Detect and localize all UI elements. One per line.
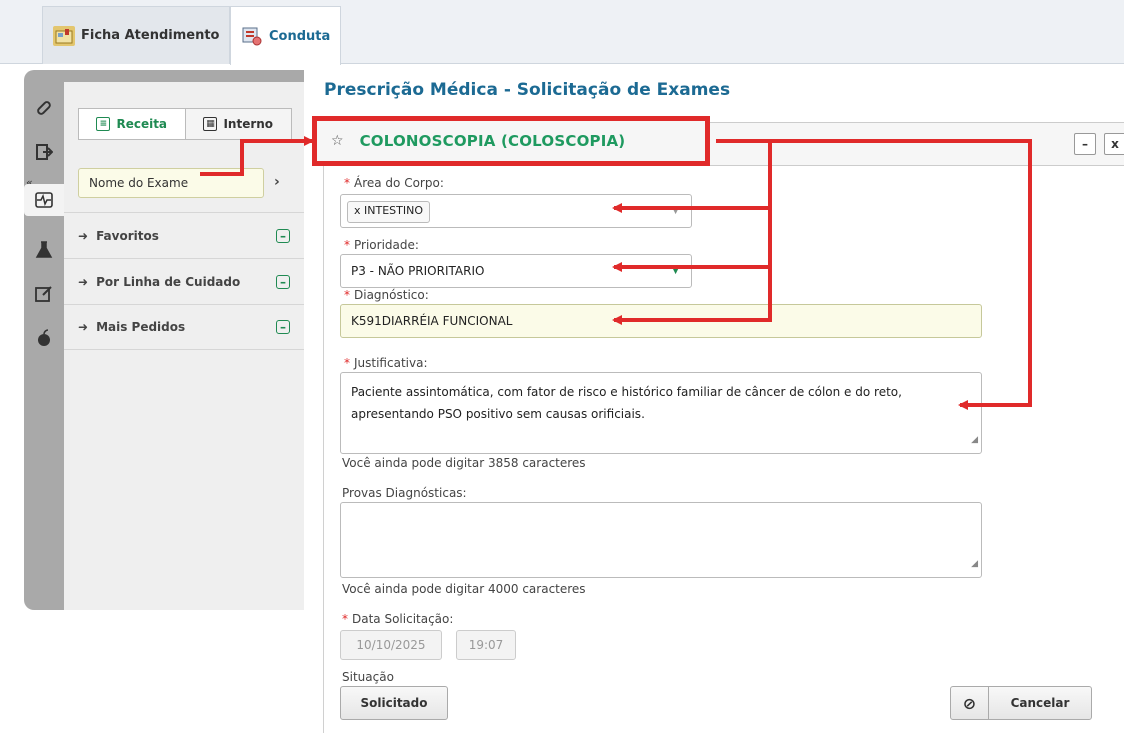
resize-handle-icon[interactable]: ◢ — [971, 553, 978, 575]
arrow-right-icon: ➜ — [78, 228, 89, 243]
exam-name: COLONOSCOPIA (COLOSCOPIA) — [359, 132, 626, 150]
data-label: * Data Solicitação: — [342, 612, 454, 626]
tool-rail: « — [24, 70, 64, 610]
justificativa-text: Paciente assintomática, com fator de ris… — [351, 385, 902, 421]
prioridade-value: P3 - NÃO PRIORITARIO — [351, 264, 485, 278]
provas-counter: Você ainda pode digitar 4000 caracteres — [342, 582, 586, 596]
arrow-to-justificativa — [770, 139, 1032, 410]
prioridade-label: * Prioridade: — [344, 238, 419, 252]
area-label: * Área do Corpo: — [344, 176, 444, 190]
chevron-down-icon: ▼ — [672, 266, 679, 276]
page-title: Prescrição Médica - Solicitação de Exame… — [324, 80, 731, 100]
chevron-right-icon[interactable]: › — [274, 174, 280, 190]
ficha-icon — [53, 25, 75, 46]
justificativa-label: * Justificativa: — [344, 356, 428, 370]
prescription-type-toggle: ≡ Receita ▦ Interno — [78, 108, 292, 140]
situacao-button[interactable]: Solicitado — [340, 686, 448, 720]
cancel-label: Cancelar — [1010, 696, 1070, 710]
diagnostico-label: * Diagnóstico: — [344, 288, 429, 302]
justificativa-counter: Você ainda pode digitar 3858 caracteres — [342, 456, 586, 470]
receita-label: Receita — [116, 117, 168, 131]
interno-label: Interno — [223, 117, 274, 131]
tab-ficha-atendimento[interactable]: Ficha Atendimento — [42, 6, 231, 64]
exam-search-panel: ≡ Receita ▦ Interno Nome do Exame › ➜ Fa… — [64, 70, 304, 610]
hospital-icon: ▦ — [203, 117, 218, 131]
exam-header: ☆ COLONOSCOPIA (COLOSCOPIA) — [312, 116, 710, 166]
arrow-right-icon: ➜ — [78, 274, 89, 289]
divider — [323, 166, 324, 733]
tab-label: Conduta — [269, 28, 331, 44]
section-favoritos[interactable]: ➜ Favoritos – — [64, 212, 304, 258]
prioridade-select[interactable]: P3 - NÃO PRIORITARIO ▼ — [340, 254, 692, 288]
minimize-button[interactable]: – — [1074, 133, 1096, 155]
resize-handle-icon[interactable]: ◢ — [971, 429, 978, 451]
apple-icon[interactable] — [24, 322, 64, 354]
section-mais-pedidos[interactable]: ➜ Mais Pedidos – — [64, 304, 304, 350]
ecg-icon[interactable] — [24, 184, 64, 216]
tab-bar: Ficha Atendimento Conduta — [0, 0, 1124, 65]
arrow-right-icon: ➜ — [78, 320, 89, 334]
tab-conduta[interactable]: Conduta — [230, 6, 342, 65]
interno-toggle[interactable]: ▦ Interno — [185, 109, 291, 139]
collapse-section-icon[interactable]: – — [276, 274, 290, 289]
section-label: Mais Pedidos — [96, 320, 186, 334]
collapse-section-icon[interactable]: – — [276, 320, 290, 334]
area-chip[interactable]: x INTESTINO — [347, 201, 430, 223]
time-field[interactable]: 19:07 — [456, 630, 516, 660]
edit-icon[interactable] — [24, 278, 64, 310]
exam-name-input[interactable]: Nome do Exame — [78, 168, 264, 198]
exit-icon[interactable] — [24, 136, 64, 168]
justificativa-textarea[interactable]: Paciente assintomática, com fator de ris… — [340, 372, 982, 454]
close-button[interactable]: x — [1104, 133, 1124, 155]
conduta-icon — [241, 26, 263, 46]
situacao-label: Situação — [342, 670, 394, 684]
area-select[interactable]: x INTESTINO ▼ — [340, 194, 692, 228]
pill-icon[interactable] — [24, 92, 64, 124]
section-label: Favoritos — [96, 228, 159, 243]
tab-label: Ficha Atendimento — [81, 28, 220, 43]
receita-toggle[interactable]: ≡ Receita — [79, 109, 186, 139]
diagnostico-input[interactable]: K591DIARRÉIA FUNCIONAL — [340, 304, 982, 338]
chevron-down-icon: ▼ — [672, 206, 679, 216]
section-por-linha-de-cuidado[interactable]: ➜ Por Linha de Cuidado – — [64, 258, 304, 304]
provas-textarea[interactable]: ◢ — [340, 502, 982, 578]
provas-label: Provas Diagnósticas: — [342, 486, 467, 500]
collapse-section-icon[interactable]: – — [276, 228, 290, 243]
cancel-button[interactable]: ⊘ Cancelar — [950, 686, 1092, 720]
date-field[interactable]: 10/10/2025 — [340, 630, 442, 660]
flask-icon[interactable] — [24, 234, 64, 266]
receita-icon: ≡ — [96, 117, 111, 131]
section-label: Por Linha de Cuidado — [96, 274, 241, 289]
star-icon[interactable]: ☆ — [331, 133, 344, 149]
prohibited-icon: ⊘ — [951, 687, 989, 719]
